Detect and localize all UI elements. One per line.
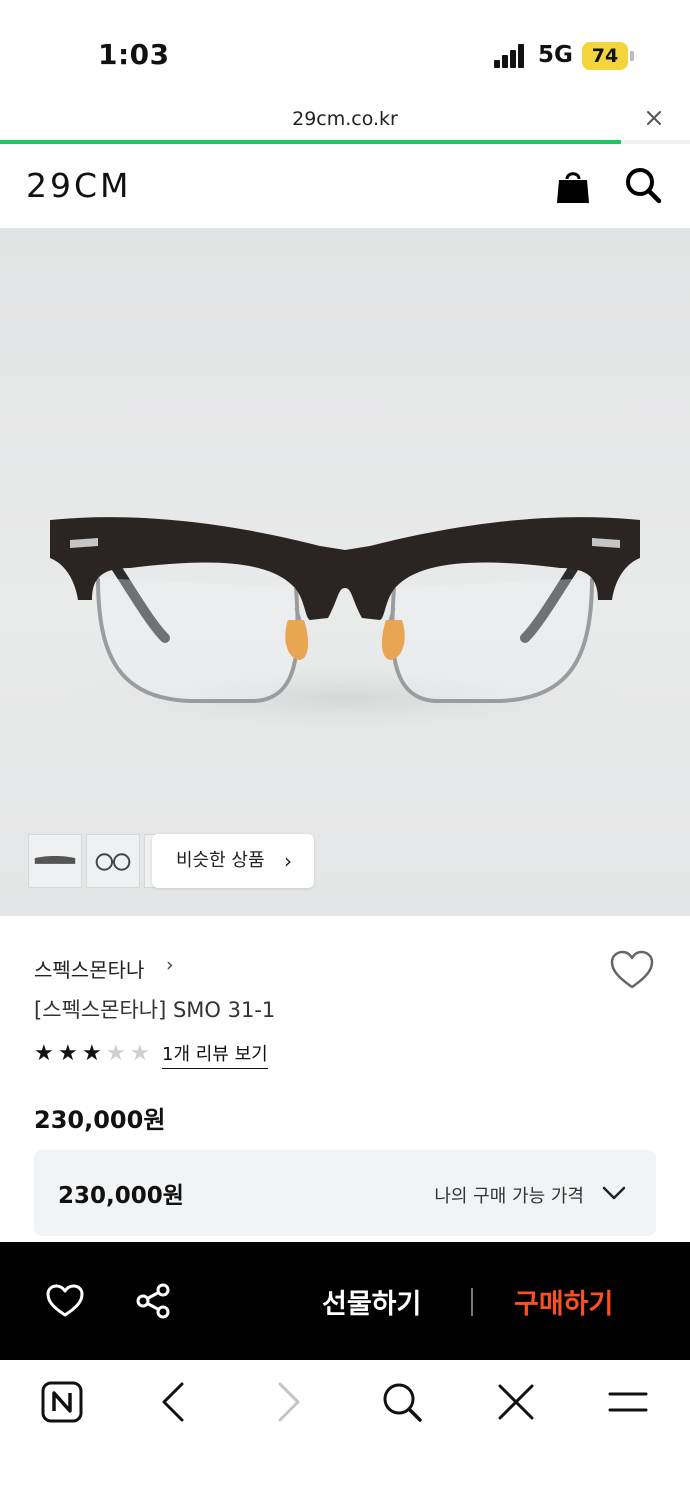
status-bar: 1:03 5G 74: [0, 0, 690, 100]
wishlist-heart-icon[interactable]: [610, 950, 654, 990]
purchase-action-bar: 선물하기 구매하기: [0, 1242, 690, 1360]
buy-button[interactable]: 구매하기: [514, 1282, 613, 1321]
eyeglasses-photo: [45, 517, 645, 738]
battery-icon: 74: [582, 42, 628, 70]
status-time: 1:03: [98, 38, 170, 71]
my-price-label: 나의 구매 가능 가격: [434, 1186, 584, 1207]
divider: [471, 1288, 473, 1316]
gift-button[interactable]: 선물하기: [322, 1282, 421, 1321]
my-price-box[interactable]: 230,000원 나의 구매 가능 가격: [34, 1150, 656, 1236]
product-image[interactable]: 비슷한 상품 ›: [0, 228, 690, 916]
star-filled-icon: ★: [82, 1041, 102, 1066]
site-logo[interactable]: 29CM: [26, 166, 132, 205]
brand-link[interactable]: 스펙스몬타나: [34, 954, 144, 983]
forward-arrow-icon[interactable]: [266, 1380, 310, 1424]
star-filled-icon: ★: [58, 1041, 78, 1066]
search-icon[interactable]: [380, 1380, 424, 1424]
similar-products-label: 비슷한 상품: [176, 850, 265, 871]
shopping-bag-icon[interactable]: [556, 168, 590, 204]
thumbnail-2[interactable]: [86, 834, 140, 888]
product-info: 스펙스몬타나 › [스펙스몬타나] SMO 31-1 ★ ★ ★ ★ ★ 1개 리뷰 보…: [0, 916, 690, 1246]
browser-toolbar: [0, 1360, 690, 1500]
close-icon[interactable]: [642, 106, 666, 130]
share-icon[interactable]: [134, 1282, 172, 1320]
chevron-down-icon[interactable]: [602, 1184, 626, 1202]
battery-tip: [630, 51, 634, 61]
similar-products-button[interactable]: 비슷한 상품 ›: [152, 834, 314, 888]
site-header: 29CM: [0, 144, 690, 228]
my-price-value: 230,000원: [58, 1183, 184, 1209]
product-name: [스펙스몬타나] SMO 31-1: [34, 998, 276, 1022]
chevron-right-icon: ›: [284, 849, 292, 873]
review-link[interactable]: 1개 리뷰 보기: [162, 1040, 268, 1069]
chevron-right-icon[interactable]: ›: [166, 954, 174, 976]
naver-home-icon[interactable]: [40, 1380, 84, 1424]
url-bar[interactable]: 29cm.co.kr: [0, 100, 690, 144]
star-empty-icon: ★: [130, 1041, 150, 1066]
back-arrow-icon[interactable]: [152, 1380, 196, 1424]
product-price: 230,000원: [34, 1106, 166, 1134]
menu-icon[interactable]: [606, 1380, 650, 1424]
network-type: 5G: [538, 42, 573, 68]
close-icon[interactable]: [494, 1380, 538, 1424]
search-icon[interactable]: [624, 166, 662, 204]
cellular-signal-icon: [494, 44, 526, 68]
url-text[interactable]: 29cm.co.kr: [0, 108, 690, 130]
heart-icon[interactable]: [46, 1284, 84, 1318]
star-empty-icon: ★: [106, 1041, 126, 1066]
thumbnail-1[interactable]: [28, 834, 82, 888]
star-filled-icon: ★: [34, 1041, 54, 1066]
